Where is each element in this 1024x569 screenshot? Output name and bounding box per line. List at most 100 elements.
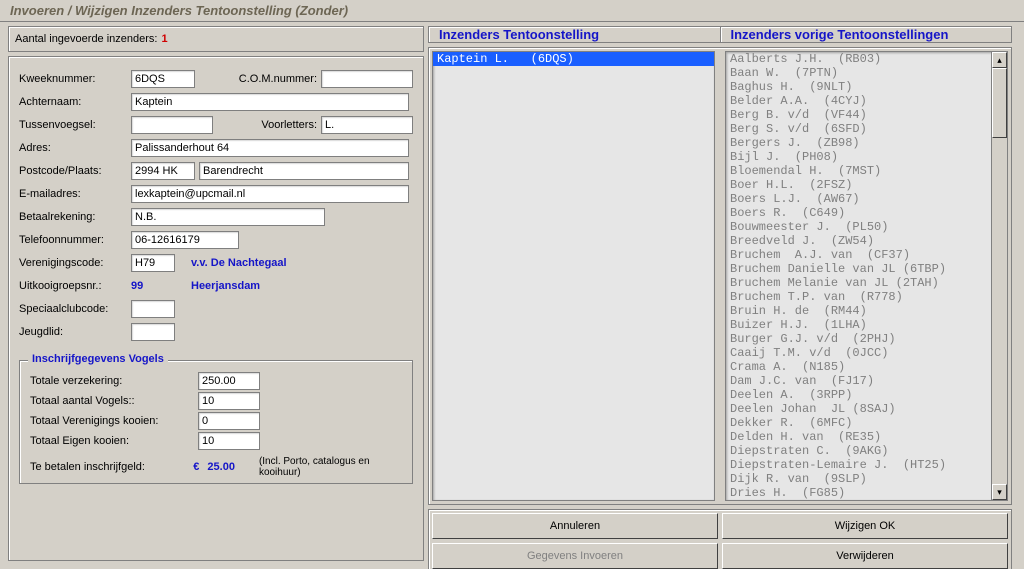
list-item[interactable]: Diepstraten C. (9AKG): [726, 444, 991, 458]
invoeren-button: Gegevens Invoeren: [432, 543, 718, 569]
list-item[interactable]: Bloemendal H. (7MST): [726, 164, 991, 178]
scrollbar[interactable]: ▴ ▾: [991, 52, 1007, 500]
aantalvogels-field[interactable]: [198, 392, 260, 410]
list-item[interactable]: Dam J.C. van (FJ17): [726, 374, 991, 388]
inschrijf-fieldset: Inschrijfgegevens Vogels Totale verzeker…: [19, 360, 413, 484]
vereniging-naam: v.v. De Nachtegaal: [191, 257, 287, 269]
form-panel: Kweeknummer: C.O.M.nummer: Achternaam: T…: [8, 56, 424, 561]
adres-field[interactable]: [131, 139, 409, 157]
tussenvoegsel-field[interactable]: [131, 116, 213, 134]
eigenkooien-field[interactable]: [198, 432, 260, 450]
scroll-track[interactable]: [992, 68, 1007, 484]
uitkooigroep-naam: Heerjansdam: [191, 280, 260, 292]
list-item[interactable]: Boers L.J. (AW67): [726, 192, 991, 206]
tebetalen-label: Te betalen inschrijfgeld:: [30, 461, 181, 473]
tebetalen-note: (Incl. Porto, catalogus en kooihuur): [259, 456, 402, 478]
verenigingscode-field[interactable]: [131, 254, 175, 272]
list-item[interactable]: Bruin H. de (RM44): [726, 304, 991, 318]
list-item[interactable]: Buizer H.J. (1LHA): [726, 318, 991, 332]
list-item[interactable]: Caaij T.M. v/d (0JCC): [726, 346, 991, 360]
eigenkooien-label: Totaal Eigen kooien:: [30, 435, 194, 447]
list-item[interactable]: Berg B. v/d (VF44): [726, 108, 991, 122]
window-title: Invoeren / Wijzigen Inzenders Tentoonste…: [0, 0, 1024, 22]
counter-value: 1: [161, 33, 167, 45]
list-item[interactable]: Boers R. (C649): [726, 206, 991, 220]
list-item[interactable]: Bruchem Danielle van JL (6TBP): [726, 262, 991, 276]
list-item[interactable]: Dijk R. van (9SLP): [726, 472, 991, 486]
list-item[interactable]: Burger G.J. v/d (2PHJ): [726, 332, 991, 346]
betaalrek-label: Betaalrekening:: [19, 211, 127, 223]
comnummer-field[interactable]: [321, 70, 413, 88]
list-item[interactable]: Bijl J. (PH08): [726, 150, 991, 164]
annuleren-button[interactable]: Annuleren: [432, 513, 718, 539]
list-item[interactable]: Kaptein L. (6DQS): [433, 52, 714, 66]
list-left[interactable]: Kaptein L. (6DQS): [433, 52, 714, 500]
header-tentoon: Inzenders Tentoonstelling: [429, 27, 720, 42]
achternaam-field[interactable]: [131, 93, 409, 111]
lists-header-panel: Inzenders Tentoonstelling Inzenders vori…: [428, 26, 1012, 43]
button-panel: Annuleren Wijzigen OK Gegevens Invoeren …: [428, 509, 1012, 569]
kweeknummer-label: Kweeknummer:: [19, 73, 127, 85]
verzekering-field[interactable]: [198, 372, 260, 390]
list-item[interactable]: Bruchem T.P. van (R778): [726, 290, 991, 304]
counter-label: Aantal ingevoerde inzenders:: [15, 33, 157, 45]
lists-panel: Kaptein L. (6DQS) Aalberts J.H. (RB03)Ba…: [428, 47, 1012, 505]
list-item[interactable]: Baan W. (7PTN): [726, 66, 991, 80]
wijzigen-button[interactable]: Wijzigen OK: [722, 513, 1008, 539]
scroll-up-button[interactable]: ▴: [992, 52, 1007, 68]
header-vorige: Inzenders vorige Tentoonstellingen: [720, 27, 1012, 42]
list-item[interactable]: Bergers J. (ZB98): [726, 136, 991, 150]
list-item[interactable]: Baghus H. (9NLT): [726, 80, 991, 94]
list-item[interactable]: Aalberts J.H. (RB03): [726, 52, 991, 66]
list-right-wrap: Aalberts J.H. (RB03)Baan W. (7PTN)Baghus…: [725, 51, 1008, 501]
jeugdlid-label: Jeugdlid:: [19, 326, 127, 338]
voorletters-label: Voorletters:: [261, 119, 317, 131]
list-item[interactable]: Berg S. v/d (6SFD): [726, 122, 991, 136]
window: Invoeren / Wijzigen Inzenders Tentoonste…: [0, 0, 1024, 569]
list-item[interactable]: Breedveld J. (ZW54): [726, 234, 991, 248]
adres-label: Adres:: [19, 142, 127, 154]
list-item[interactable]: Dries H. (FG85): [726, 486, 991, 500]
postcode-field[interactable]: [131, 162, 195, 180]
postcode-label: Postcode/Plaats:: [19, 165, 127, 177]
list-item[interactable]: Deelen Johan JL (8SAJ): [726, 402, 991, 416]
aantalvogels-label: Totaal aantal Vogels::: [30, 395, 194, 407]
list-item[interactable]: Belder A.A. (4CYJ): [726, 94, 991, 108]
verwijderen-button[interactable]: Verwijderen: [722, 543, 1008, 569]
list-item[interactable]: Bruchem Melanie van JL (2TAH): [726, 276, 991, 290]
list-item[interactable]: Delden H. van (RE35): [726, 430, 991, 444]
verzekering-label: Totale verzekering:: [30, 375, 194, 387]
telefoon-field[interactable]: [131, 231, 239, 249]
email-label: E-mailadres:: [19, 188, 127, 200]
verenigingscode-label: Verenigingscode:: [19, 257, 127, 269]
list-left-wrap: Kaptein L. (6DQS): [432, 51, 715, 501]
email-field[interactable]: [131, 185, 409, 203]
list-item[interactable]: Dekker R. (6MFC): [726, 416, 991, 430]
voorletters-field[interactable]: [321, 116, 413, 134]
inschrijf-legend: Inschrijfgegevens Vogels: [28, 353, 168, 365]
achternaam-label: Achternaam:: [19, 96, 127, 108]
list-item[interactable]: Diepstraten-Lemaire J. (HT25): [726, 458, 991, 472]
telefoon-label: Telefoonnummer:: [19, 234, 127, 246]
tebetalen-value: 25.00: [207, 461, 235, 473]
verkooien-label: Totaal Verenigings kooien:: [30, 415, 194, 427]
jeugdlid-field[interactable]: [131, 323, 175, 341]
scroll-thumb[interactable]: [992, 68, 1007, 138]
speciaalclub-field[interactable]: [131, 300, 175, 318]
kweeknummer-field[interactable]: [131, 70, 195, 88]
list-item[interactable]: Boer H.L. (2FSZ): [726, 178, 991, 192]
list-item[interactable]: Bouwmeester J. (PL50): [726, 220, 991, 234]
speciaalclub-label: Speciaalclubcode:: [19, 303, 127, 315]
list-right[interactable]: Aalberts J.H. (RB03)Baan W. (7PTN)Baghus…: [726, 52, 991, 500]
verkooien-field[interactable]: [198, 412, 260, 430]
comnummer-label: C.O.M.nummer:: [239, 73, 317, 85]
list-item[interactable]: Bruchem A.J. van (CF37): [726, 248, 991, 262]
betaalrek-field[interactable]: [131, 208, 325, 226]
tussenvoegsel-label: Tussenvoegsel:: [19, 119, 127, 131]
tebetalen-euro: €: [193, 461, 199, 473]
list-item[interactable]: Crama A. (N185): [726, 360, 991, 374]
scroll-down-button[interactable]: ▾: [992, 484, 1007, 500]
list-item[interactable]: Deelen A. (3RPP): [726, 388, 991, 402]
plaats-field[interactable]: [199, 162, 409, 180]
counter-panel: Aantal ingevoerde inzenders: 1: [8, 26, 424, 52]
